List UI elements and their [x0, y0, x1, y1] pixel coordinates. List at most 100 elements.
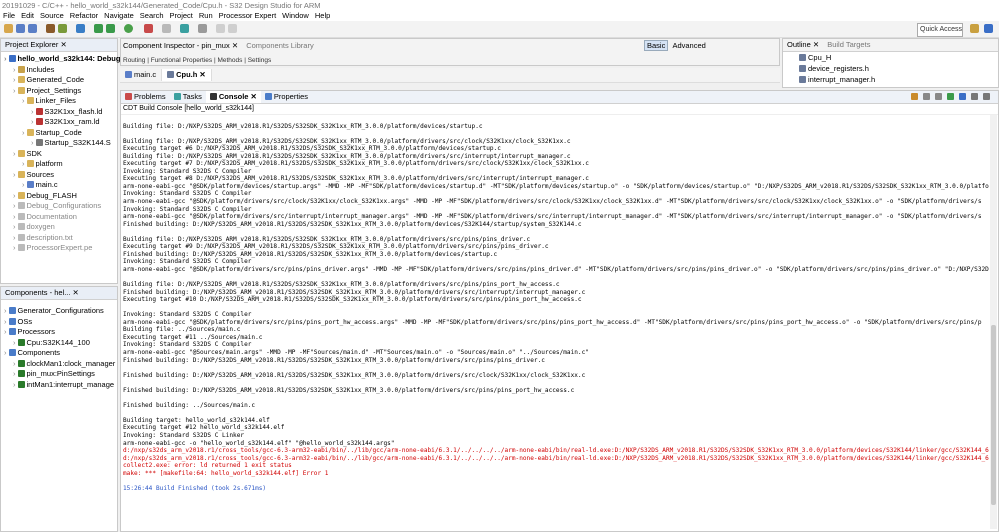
tree-item[interactable]: › Debug_FLASH: [13, 191, 77, 201]
run-icon[interactable]: [94, 24, 103, 33]
tab-tasks[interactable]: Tasks: [170, 91, 206, 103]
menu-file[interactable]: File: [0, 11, 18, 21]
tree-item[interactable]: › platform: [22, 159, 63, 169]
outline-tab[interactable]: Outline: [787, 40, 811, 49]
menu-search[interactable]: Search: [137, 11, 167, 21]
tree-item[interactable]: › Startup_Code: [22, 128, 82, 138]
expand-arrow-icon[interactable]: ›: [22, 180, 25, 189]
tree-item[interactable]: › Linker_Files: [22, 96, 76, 106]
expand-arrow-icon[interactable]: ›: [13, 369, 16, 378]
expand-arrow-icon[interactable]: ›: [13, 380, 16, 389]
clear-console-icon[interactable]: [923, 93, 930, 100]
menu-help[interactable]: Help: [312, 11, 333, 21]
expand-arrow-icon[interactable]: ›: [13, 191, 16, 200]
tree-item[interactable]: › Generator_Configurations: [4, 306, 104, 316]
expand-arrow-icon[interactable]: ›: [31, 117, 34, 126]
tree-item[interactable]: › description.txt: [13, 233, 73, 243]
menu-project[interactable]: Project: [167, 11, 196, 21]
expand-arrow-icon[interactable]: ›: [4, 306, 7, 315]
save-icon[interactable]: [16, 24, 25, 33]
expand-arrow-icon[interactable]: ›: [13, 212, 16, 221]
task-icon[interactable]: [180, 24, 189, 33]
expand-arrow-icon[interactable]: ›: [31, 107, 34, 116]
search-icon[interactable]: [162, 24, 171, 33]
menu-window[interactable]: Window: [279, 11, 312, 21]
advanced-mode-button[interactable]: Advanced: [670, 41, 707, 50]
menu-refactor[interactable]: Refactor: [67, 11, 101, 21]
tab-routing[interactable]: Routing: [123, 57, 145, 64]
components-library-tab[interactable]: Components Library: [246, 41, 314, 50]
tree-item[interactable]: › pin_mux:PinSettings: [13, 369, 95, 379]
tab-methods[interactable]: Methods: [217, 57, 242, 64]
external-tools-icon[interactable]: [144, 24, 153, 33]
tab-properties[interactable]: Properties: [261, 91, 312, 103]
build-hammer-icon[interactable]: [46, 24, 55, 33]
tree-item[interactable]: › Generated_Code: [13, 75, 84, 85]
console-scrollbar[interactable]: [990, 115, 997, 529]
tree-item[interactable]: › intMan1:interrupt_manage: [13, 380, 114, 390]
display-console-icon[interactable]: [947, 93, 954, 100]
tab-functional-properties[interactable]: Functional Properties: [151, 57, 212, 64]
expand-arrow-icon[interactable]: ›: [13, 149, 16, 158]
back-icon[interactable]: [216, 24, 225, 33]
quick-access-field[interactable]: Quick Access: [917, 23, 963, 37]
build-config-icon[interactable]: [58, 24, 67, 33]
tree-item[interactable]: › Cpu:S32K144_100: [13, 338, 90, 348]
build-targets-tab[interactable]: Build Targets: [827, 40, 870, 49]
expand-arrow-icon[interactable]: ›: [13, 201, 16, 210]
forward-icon[interactable]: [228, 24, 237, 33]
component-inspector-tab[interactable]: Component Inspector - pin_mux: [123, 41, 230, 50]
tab-problems[interactable]: Problems: [121, 91, 170, 103]
tree-item[interactable]: › S32K1xx_ram.ld: [31, 117, 100, 127]
menu-edit[interactable]: Edit: [18, 11, 37, 21]
expand-arrow-icon[interactable]: ›: [4, 348, 7, 357]
menu-processor-expert[interactable]: Processor Expert: [216, 11, 280, 21]
new-icon[interactable]: [4, 24, 13, 33]
cpp-perspective-icon[interactable]: [984, 24, 993, 33]
outline-item[interactable]: device_registers.h: [799, 63, 998, 74]
tree-item[interactable]: › Sources: [13, 170, 54, 180]
expand-arrow-icon[interactable]: ›: [13, 359, 16, 368]
tree-item[interactable]: › Debug_Configurations: [13, 201, 101, 211]
expand-arrow-icon[interactable]: ›: [13, 338, 16, 347]
expand-arrow-icon[interactable]: ›: [13, 170, 16, 179]
expand-arrow-icon[interactable]: ›: [13, 243, 16, 252]
console-output[interactable]: Building file: D:/NXP/S32DS_ARM_v2018.R1…: [123, 115, 989, 529]
save-all-icon[interactable]: [28, 24, 37, 33]
project-explorer-tab[interactable]: Project Explorer ✕: [1, 39, 117, 52]
perspective-icon[interactable]: [970, 24, 979, 33]
menu-navigate[interactable]: Navigate: [101, 11, 137, 21]
open-console-icon[interactable]: [959, 93, 966, 100]
tree-item[interactable]: › OSs: [4, 317, 32, 327]
basic-mode-button[interactable]: Basic: [644, 40, 669, 51]
editor-tab-main-c[interactable]: main.c: [120, 69, 163, 81]
expand-arrow-icon[interactable]: ›: [22, 128, 25, 137]
expand-arrow-icon[interactable]: ›: [22, 159, 25, 168]
expand-arrow-icon[interactable]: ›: [13, 65, 16, 74]
tree-item[interactable]: › clockMan1:clock_manager: [13, 359, 115, 369]
expand-arrow-icon[interactable]: ›: [4, 317, 7, 326]
tree-item[interactable]: › Includes: [13, 65, 54, 75]
expand-arrow-icon[interactable]: ›: [4, 54, 7, 63]
tree-item[interactable]: › Processors: [4, 327, 55, 337]
tree-item[interactable]: › Documentation: [13, 212, 77, 222]
editor-tab-cpu-h[interactable]: Cpu.h ✕: [162, 69, 212, 81]
tree-item[interactable]: › ProcessorExpert.pe: [13, 243, 92, 253]
minimize-icon[interactable]: [971, 93, 978, 100]
tree-item[interactable]: › hello_world_s32k144: Debug...: [4, 54, 127, 64]
tab-settings[interactable]: Settings: [248, 57, 272, 64]
launch-icon[interactable]: [124, 24, 133, 33]
expand-arrow-icon[interactable]: ›: [22, 96, 25, 105]
tree-item[interactable]: › SDK: [13, 149, 42, 159]
pin-console-icon[interactable]: [935, 93, 942, 100]
menu-source[interactable]: Source: [37, 11, 67, 21]
maximize-icon[interactable]: [983, 93, 990, 100]
menu-run[interactable]: Run: [196, 11, 216, 21]
components-tab[interactable]: Components - hel... ✕: [1, 287, 117, 300]
tree-item[interactable]: › Project_Settings: [13, 86, 81, 96]
expand-arrow-icon[interactable]: ›: [13, 86, 16, 95]
expand-arrow-icon[interactable]: ›: [13, 75, 16, 84]
tree-item[interactable]: › main.c: [22, 180, 58, 190]
processor-expert-icon[interactable]: [76, 24, 85, 33]
tree-item[interactable]: › Startup_S32K144.S: [31, 138, 111, 148]
